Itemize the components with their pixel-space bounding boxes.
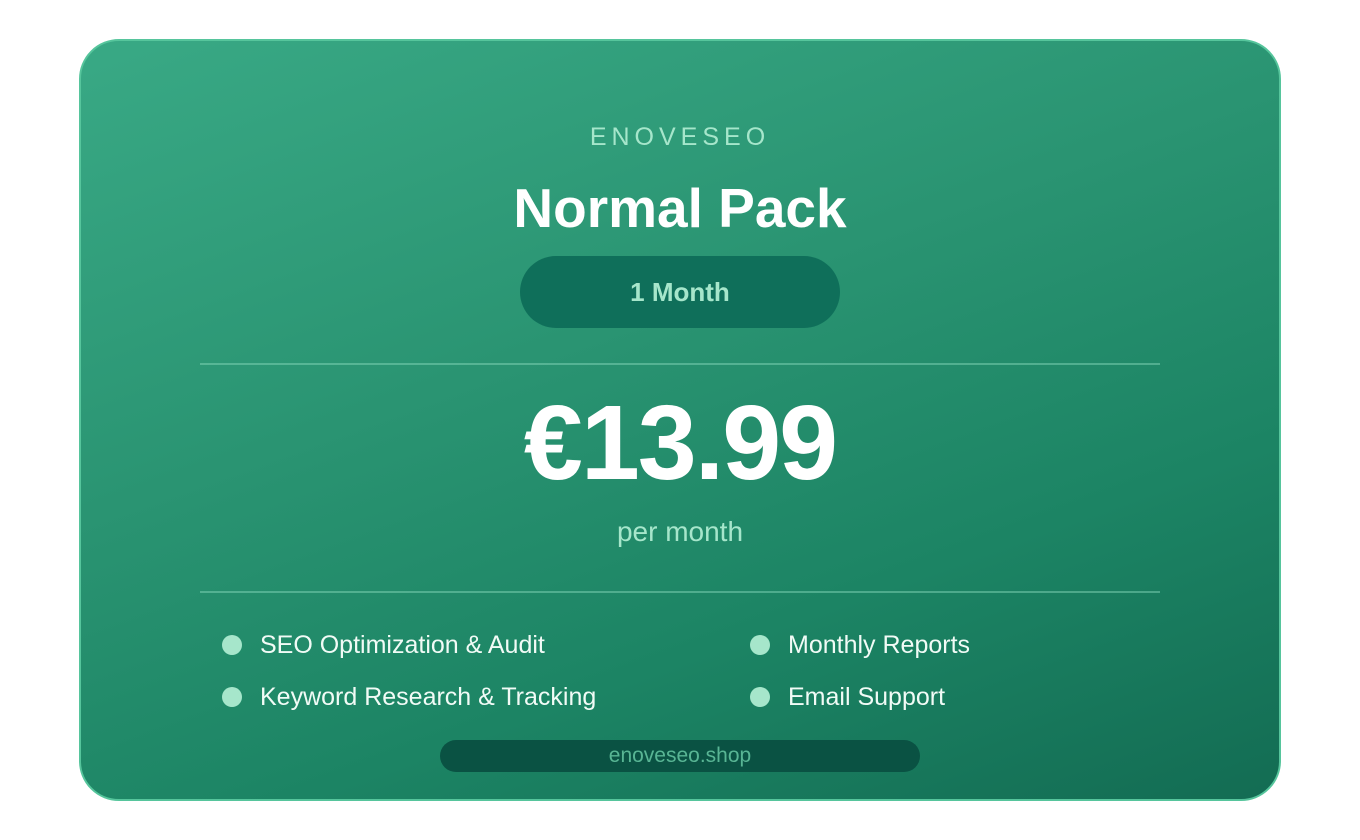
feature-label: SEO Optimization & Audit	[260, 631, 545, 659]
feature-item: SEO Optimization & Audit	[222, 630, 545, 660]
feature-item: Email Support	[750, 682, 945, 712]
brand-name: ENOVESEO	[589, 123, 771, 151]
price: €13.99	[523, 384, 838, 502]
divider	[200, 591, 1160, 593]
pricing-card: ENOVESEO Normal Pack 1 Month €13.99 per …	[79, 39, 1281, 801]
divider	[200, 363, 1160, 365]
dot-icon	[750, 635, 770, 655]
price-period: per month	[616, 516, 744, 547]
feature-label: Monthly Reports	[788, 631, 971, 659]
plan-title: Normal Pack	[513, 177, 847, 239]
dot-icon	[222, 635, 242, 655]
website-link[interactable]: enoveseo.shop	[440, 740, 920, 772]
feature-label: Email Support	[788, 683, 946, 711]
dot-icon	[750, 687, 770, 707]
feature-item: Keyword Research & Tracking	[222, 682, 596, 712]
feature-item: Monthly Reports	[750, 630, 970, 660]
feature-label: Keyword Research & Tracking	[260, 683, 597, 711]
duration-badge: 1 Month	[520, 256, 840, 328]
dot-icon	[222, 687, 242, 707]
